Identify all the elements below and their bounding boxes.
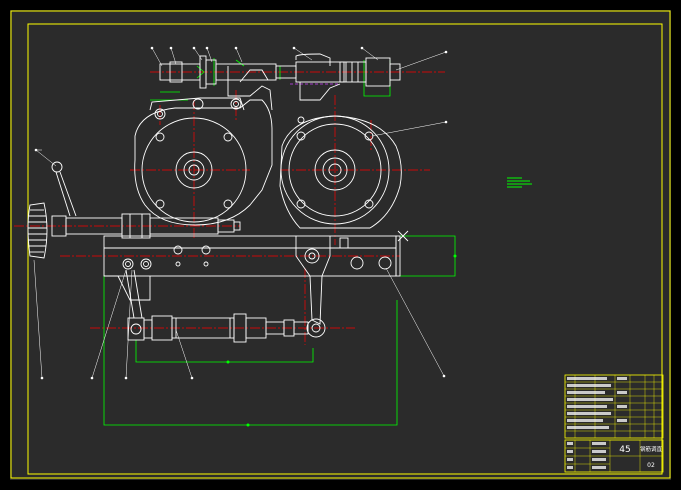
title-block-main-cell: 45 — [619, 445, 630, 455]
sheet-area — [10, 10, 671, 480]
title-block-code-cell: 02 — [647, 462, 655, 469]
cad-drawing: 45 钢筋调直 02 — [0, 0, 681, 490]
title-block-name-cell: 钢筋调直 — [640, 445, 663, 453]
